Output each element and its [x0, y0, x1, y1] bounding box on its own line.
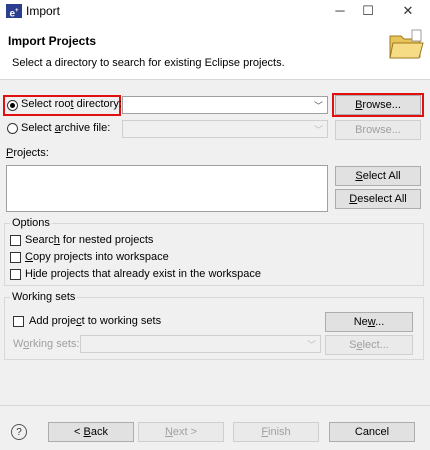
wizard-header — [0, 22, 430, 80]
close-button[interactable]: ✕ — [390, 0, 426, 22]
nested-projects-label: Search for nested projects — [25, 234, 154, 246]
archive-file-label: Select archive file: — [21, 122, 111, 134]
root-directory-radio[interactable] — [7, 100, 18, 111]
add-to-working-sets-checkbox[interactable] — [13, 316, 24, 327]
archive-browse-button[interactable]: Browse... — [335, 120, 421, 140]
help-icon[interactable]: ? — [11, 424, 27, 440]
working-sets-title: Working sets — [10, 291, 78, 303]
hide-existing-checkbox[interactable] — [10, 269, 21, 280]
root-directory-label: Select root directory: — [21, 98, 122, 110]
add-to-working-sets-label: Add project to working sets — [29, 315, 162, 327]
select-all-button[interactable]: Select All — [335, 166, 421, 186]
chevron-down-icon[interactable]: ﹀ — [307, 338, 316, 351]
nested-projects-checkbox[interactable] — [10, 235, 21, 246]
deselect-all-button[interactable]: Deselect All — [335, 189, 421, 209]
page-description: Select a directory to search for existin… — [12, 57, 285, 69]
archive-file-radio[interactable] — [7, 123, 18, 134]
footer-separator — [0, 405, 430, 406]
options-title: Options — [10, 217, 52, 229]
projects-list[interactable] — [6, 165, 328, 212]
archive-file-combo[interactable]: ﹀ — [122, 120, 328, 138]
folder-icon — [389, 29, 424, 59]
page-title: Import Projects — [8, 34, 97, 48]
new-working-set-button[interactable]: New... — [325, 312, 413, 332]
root-directory-combo[interactable]: ﹀ — [122, 96, 328, 114]
window-title: Import — [26, 4, 61, 18]
finish-button[interactable]: Finish — [233, 422, 319, 442]
chevron-down-icon[interactable]: ﹀ — [314, 123, 323, 136]
copy-projects-label: Copy projects into workspace — [25, 251, 169, 263]
maximize-button[interactable]: ☐ — [350, 0, 386, 22]
working-sets-combo[interactable]: ﹀ — [80, 335, 321, 353]
back-button[interactable]: < Back — [48, 422, 134, 442]
hide-existing-label: Hide projects that already exist in the … — [25, 268, 262, 280]
root-browse-button[interactable]: Browse... — [335, 95, 421, 115]
projects-label: Projects: — [6, 147, 49, 159]
eclipse-icon: e+ — [6, 4, 22, 19]
cancel-button[interactable]: Cancel — [329, 422, 415, 442]
chevron-down-icon[interactable]: ﹀ — [314, 99, 323, 112]
next-button[interactable]: Next > — [138, 422, 224, 442]
copy-projects-checkbox[interactable] — [10, 252, 21, 263]
select-working-set-button[interactable]: Select... — [325, 335, 413, 355]
working-sets-label: Working sets: — [13, 338, 80, 350]
